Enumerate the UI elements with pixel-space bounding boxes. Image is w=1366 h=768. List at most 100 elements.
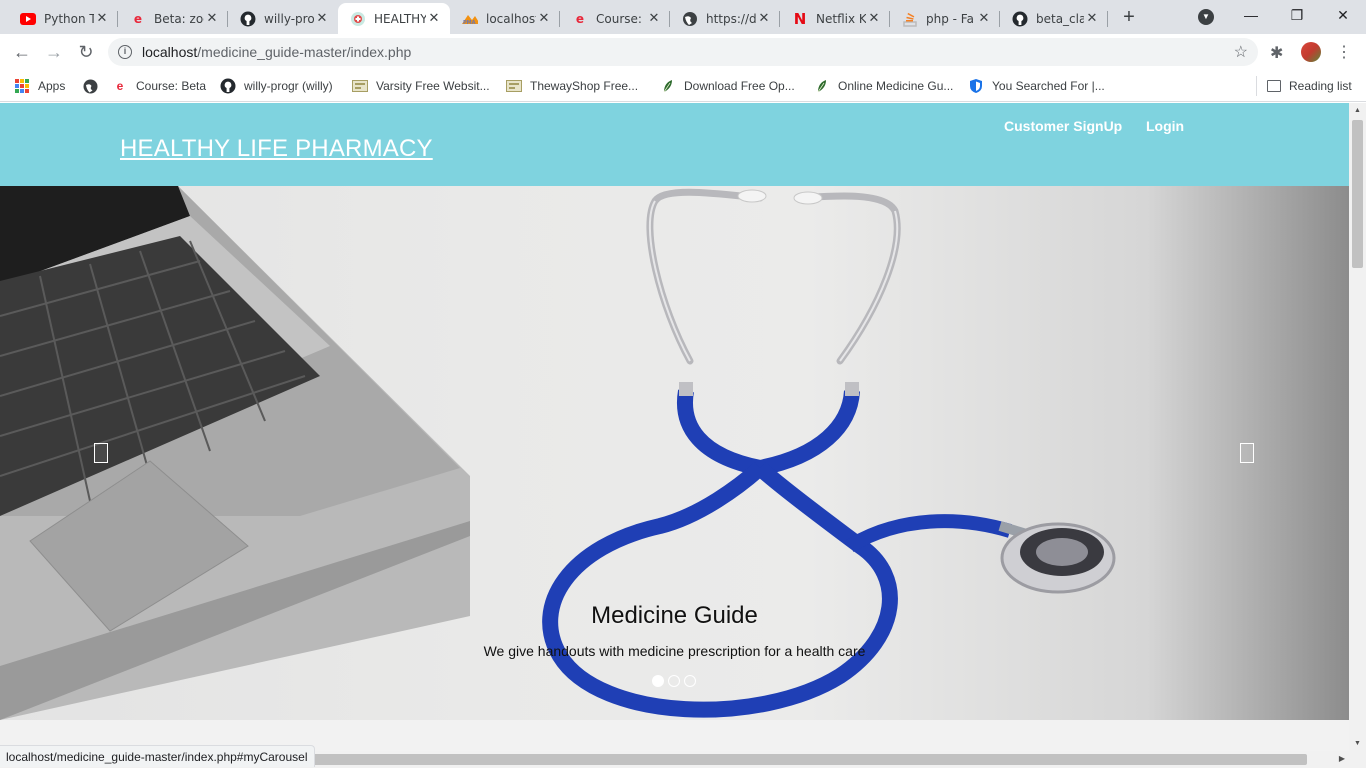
youtube-icon bbox=[20, 11, 36, 27]
address-host: localhost bbox=[142, 44, 198, 60]
apps-grid-icon bbox=[14, 78, 30, 94]
bookmark-label: willy-progr (willy) bbox=[244, 79, 333, 93]
vertical-scrollbar[interactable]: ▲ ▼ bbox=[1349, 103, 1366, 751]
nav-customer-signup[interactable]: Customer SignUp bbox=[1004, 118, 1122, 134]
browser-tab[interactable]: N Netflix K ✕ bbox=[780, 3, 890, 34]
new-tab-button[interactable]: + bbox=[1118, 7, 1140, 29]
browser-tab[interactable]: https://d ✕ bbox=[670, 3, 780, 34]
template-icon bbox=[506, 78, 522, 94]
bookmark-download-free[interactable]: Download Free Op... bbox=[660, 76, 795, 96]
browser-tab[interactable]: php - Fa ✕ bbox=[890, 3, 1000, 34]
vertical-scroll-thumb[interactable] bbox=[1352, 120, 1363, 268]
carousel-next-icon[interactable] bbox=[1240, 443, 1254, 463]
tab-title: Python T bbox=[44, 11, 94, 26]
browser-tab[interactable]: PMA localhost ✕ bbox=[450, 3, 560, 34]
leaf-icon bbox=[814, 78, 830, 94]
shield-icon bbox=[968, 78, 984, 94]
bookmark-label: Course: Beta bbox=[136, 79, 207, 93]
close-tab-icon[interactable]: ✕ bbox=[756, 11, 772, 27]
bookmark-github[interactable]: willy-progr (willy) bbox=[220, 76, 333, 96]
bookmark-you-searched[interactable]: You Searched For |... bbox=[968, 76, 1105, 96]
scroll-right-icon[interactable]: ▶ bbox=[1339, 754, 1345, 763]
netflix-icon: N bbox=[793, 9, 807, 28]
close-tab-icon[interactable]: ✕ bbox=[204, 11, 220, 27]
carousel-slide-image bbox=[0, 186, 1116, 720]
avatar[interactable] bbox=[1301, 42, 1321, 62]
bookmark-star-icon[interactable]: ☆ bbox=[1234, 42, 1248, 62]
bookmark-label: Varsity Free Websit... bbox=[376, 79, 490, 93]
browser-tab[interactable]: e Beta: zoo ✕ bbox=[118, 3, 228, 34]
close-tab-icon[interactable]: ✕ bbox=[976, 11, 992, 27]
carousel-indicator[interactable] bbox=[684, 675, 696, 687]
address-bar[interactable]: i localhost/medicine_guide-master/index.… bbox=[108, 38, 1258, 66]
address-url[interactable]: localhost/medicine_guide-master/index.ph… bbox=[142, 44, 411, 60]
browser-tab[interactable]: Python T ✕ bbox=[8, 3, 118, 34]
bookmark-label: Online Medicine Gu... bbox=[838, 79, 954, 93]
site-brand-link[interactable]: HEALTHY LIFE PHARMACY bbox=[120, 135, 433, 163]
carousel-indicator[interactable] bbox=[668, 675, 680, 687]
browser-tab-active[interactable]: HEALTHY ✕ bbox=[338, 3, 450, 34]
forward-icon[interactable]: → bbox=[40, 38, 68, 66]
edge-e-icon: e bbox=[116, 79, 124, 93]
browser-tab[interactable]: beta_cla ✕ bbox=[1000, 3, 1108, 34]
back-icon[interactable]: ← bbox=[8, 38, 36, 66]
carousel-caption-text: We give handouts with medicine prescript… bbox=[483, 643, 866, 659]
close-tab-icon[interactable]: ✕ bbox=[866, 11, 882, 27]
bookmark-course-beta[interactable]: e Course: Beta bbox=[112, 76, 206, 96]
bookmark-thewayshop[interactable]: ThewayShop Free... bbox=[506, 76, 638, 96]
stackoverflow-icon bbox=[902, 11, 918, 27]
site-header: HEALTHY LIFE PHARMACY Customer SignUp Lo… bbox=[0, 103, 1349, 186]
edge-e-icon: e bbox=[133, 11, 143, 26]
restore-icon[interactable]: ❐ bbox=[1274, 0, 1320, 30]
tab-title: https://d bbox=[706, 11, 756, 26]
site-info-icon[interactable]: i bbox=[118, 45, 132, 59]
scroll-up-icon[interactable]: ▲ bbox=[1354, 107, 1361, 114]
close-tab-icon[interactable]: ✕ bbox=[314, 11, 330, 27]
tab-title: Course: B bbox=[596, 11, 646, 26]
close-tab-icon[interactable]: ✕ bbox=[426, 11, 442, 27]
close-tab-icon[interactable]: ✕ bbox=[1084, 11, 1100, 27]
bookmarks-bar: Apps e Course: Beta willy-progr (willy) … bbox=[0, 70, 1366, 102]
tab-title: php - Fa bbox=[926, 11, 974, 26]
close-tab-icon[interactable]: ✕ bbox=[94, 11, 110, 27]
github-icon bbox=[1012, 11, 1028, 27]
minimize-icon[interactable]: — bbox=[1228, 0, 1274, 30]
globe-icon bbox=[82, 78, 98, 94]
github-icon bbox=[220, 78, 236, 94]
menu-kebab-icon[interactable]: ⋮ bbox=[1336, 42, 1352, 62]
browser-tab-strip: Python T ✕ e Beta: zoo ✕ willy-prog ✕ HE… bbox=[0, 0, 1366, 34]
bookmark-label: You Searched For |... bbox=[992, 79, 1105, 93]
bookmark-label: ThewayShop Free... bbox=[530, 79, 639, 93]
reading-list-icon bbox=[1267, 80, 1281, 92]
reading-list-button[interactable]: Reading list bbox=[1256, 76, 1352, 96]
hero-carousel: Medicine Guide We give handouts with med… bbox=[0, 186, 1349, 720]
carousel-prev-icon[interactable] bbox=[94, 443, 108, 463]
tab-search-icon[interactable]: ▼ bbox=[1198, 9, 1214, 25]
bookmark-apps[interactable]: Apps bbox=[14, 76, 65, 96]
bookmark-label: Download Free Op... bbox=[684, 79, 795, 93]
status-url-preview: localhost/medicine_guide-master/index.ph… bbox=[0, 745, 315, 767]
tab-title: localhost bbox=[486, 11, 536, 26]
page-viewport: HEALTHY LIFE PHARMACY Customer SignUp Lo… bbox=[0, 103, 1349, 751]
bookmark-varsity[interactable]: Varsity Free Websit... bbox=[352, 76, 490, 96]
reload-icon[interactable]: ↻ bbox=[72, 38, 100, 66]
scroll-down-icon[interactable]: ▼ bbox=[1354, 740, 1361, 747]
tab-title: willy-prog bbox=[264, 11, 314, 26]
bookmark-online-medicine[interactable]: Online Medicine Gu... bbox=[814, 76, 953, 96]
svg-text:PMA: PMA bbox=[463, 20, 476, 25]
site-favicon-icon bbox=[350, 11, 366, 27]
phpmyadmin-icon: PMA bbox=[462, 11, 478, 27]
close-tab-icon[interactable]: ✕ bbox=[536, 11, 552, 27]
tab-title: beta_cla bbox=[1036, 11, 1084, 26]
reading-list-label: Reading list bbox=[1289, 79, 1352, 93]
carousel-indicator[interactable] bbox=[652, 675, 664, 687]
tab-title: HEALTHY bbox=[374, 11, 426, 26]
close-tab-icon[interactable]: ✕ bbox=[646, 11, 662, 27]
nav-login[interactable]: Login bbox=[1146, 118, 1184, 134]
close-window-icon[interactable]: ✕ bbox=[1320, 0, 1366, 30]
browser-toolbar: ← → ↻ i localhost/medicine_guide-master/… bbox=[0, 34, 1366, 70]
bookmark-globe[interactable] bbox=[82, 76, 106, 96]
browser-tab[interactable]: e Course: B ✕ bbox=[560, 3, 670, 34]
browser-tab[interactable]: willy-prog ✕ bbox=[228, 3, 338, 34]
extensions-puzzle-icon[interactable]: ✱ bbox=[1270, 43, 1283, 63]
